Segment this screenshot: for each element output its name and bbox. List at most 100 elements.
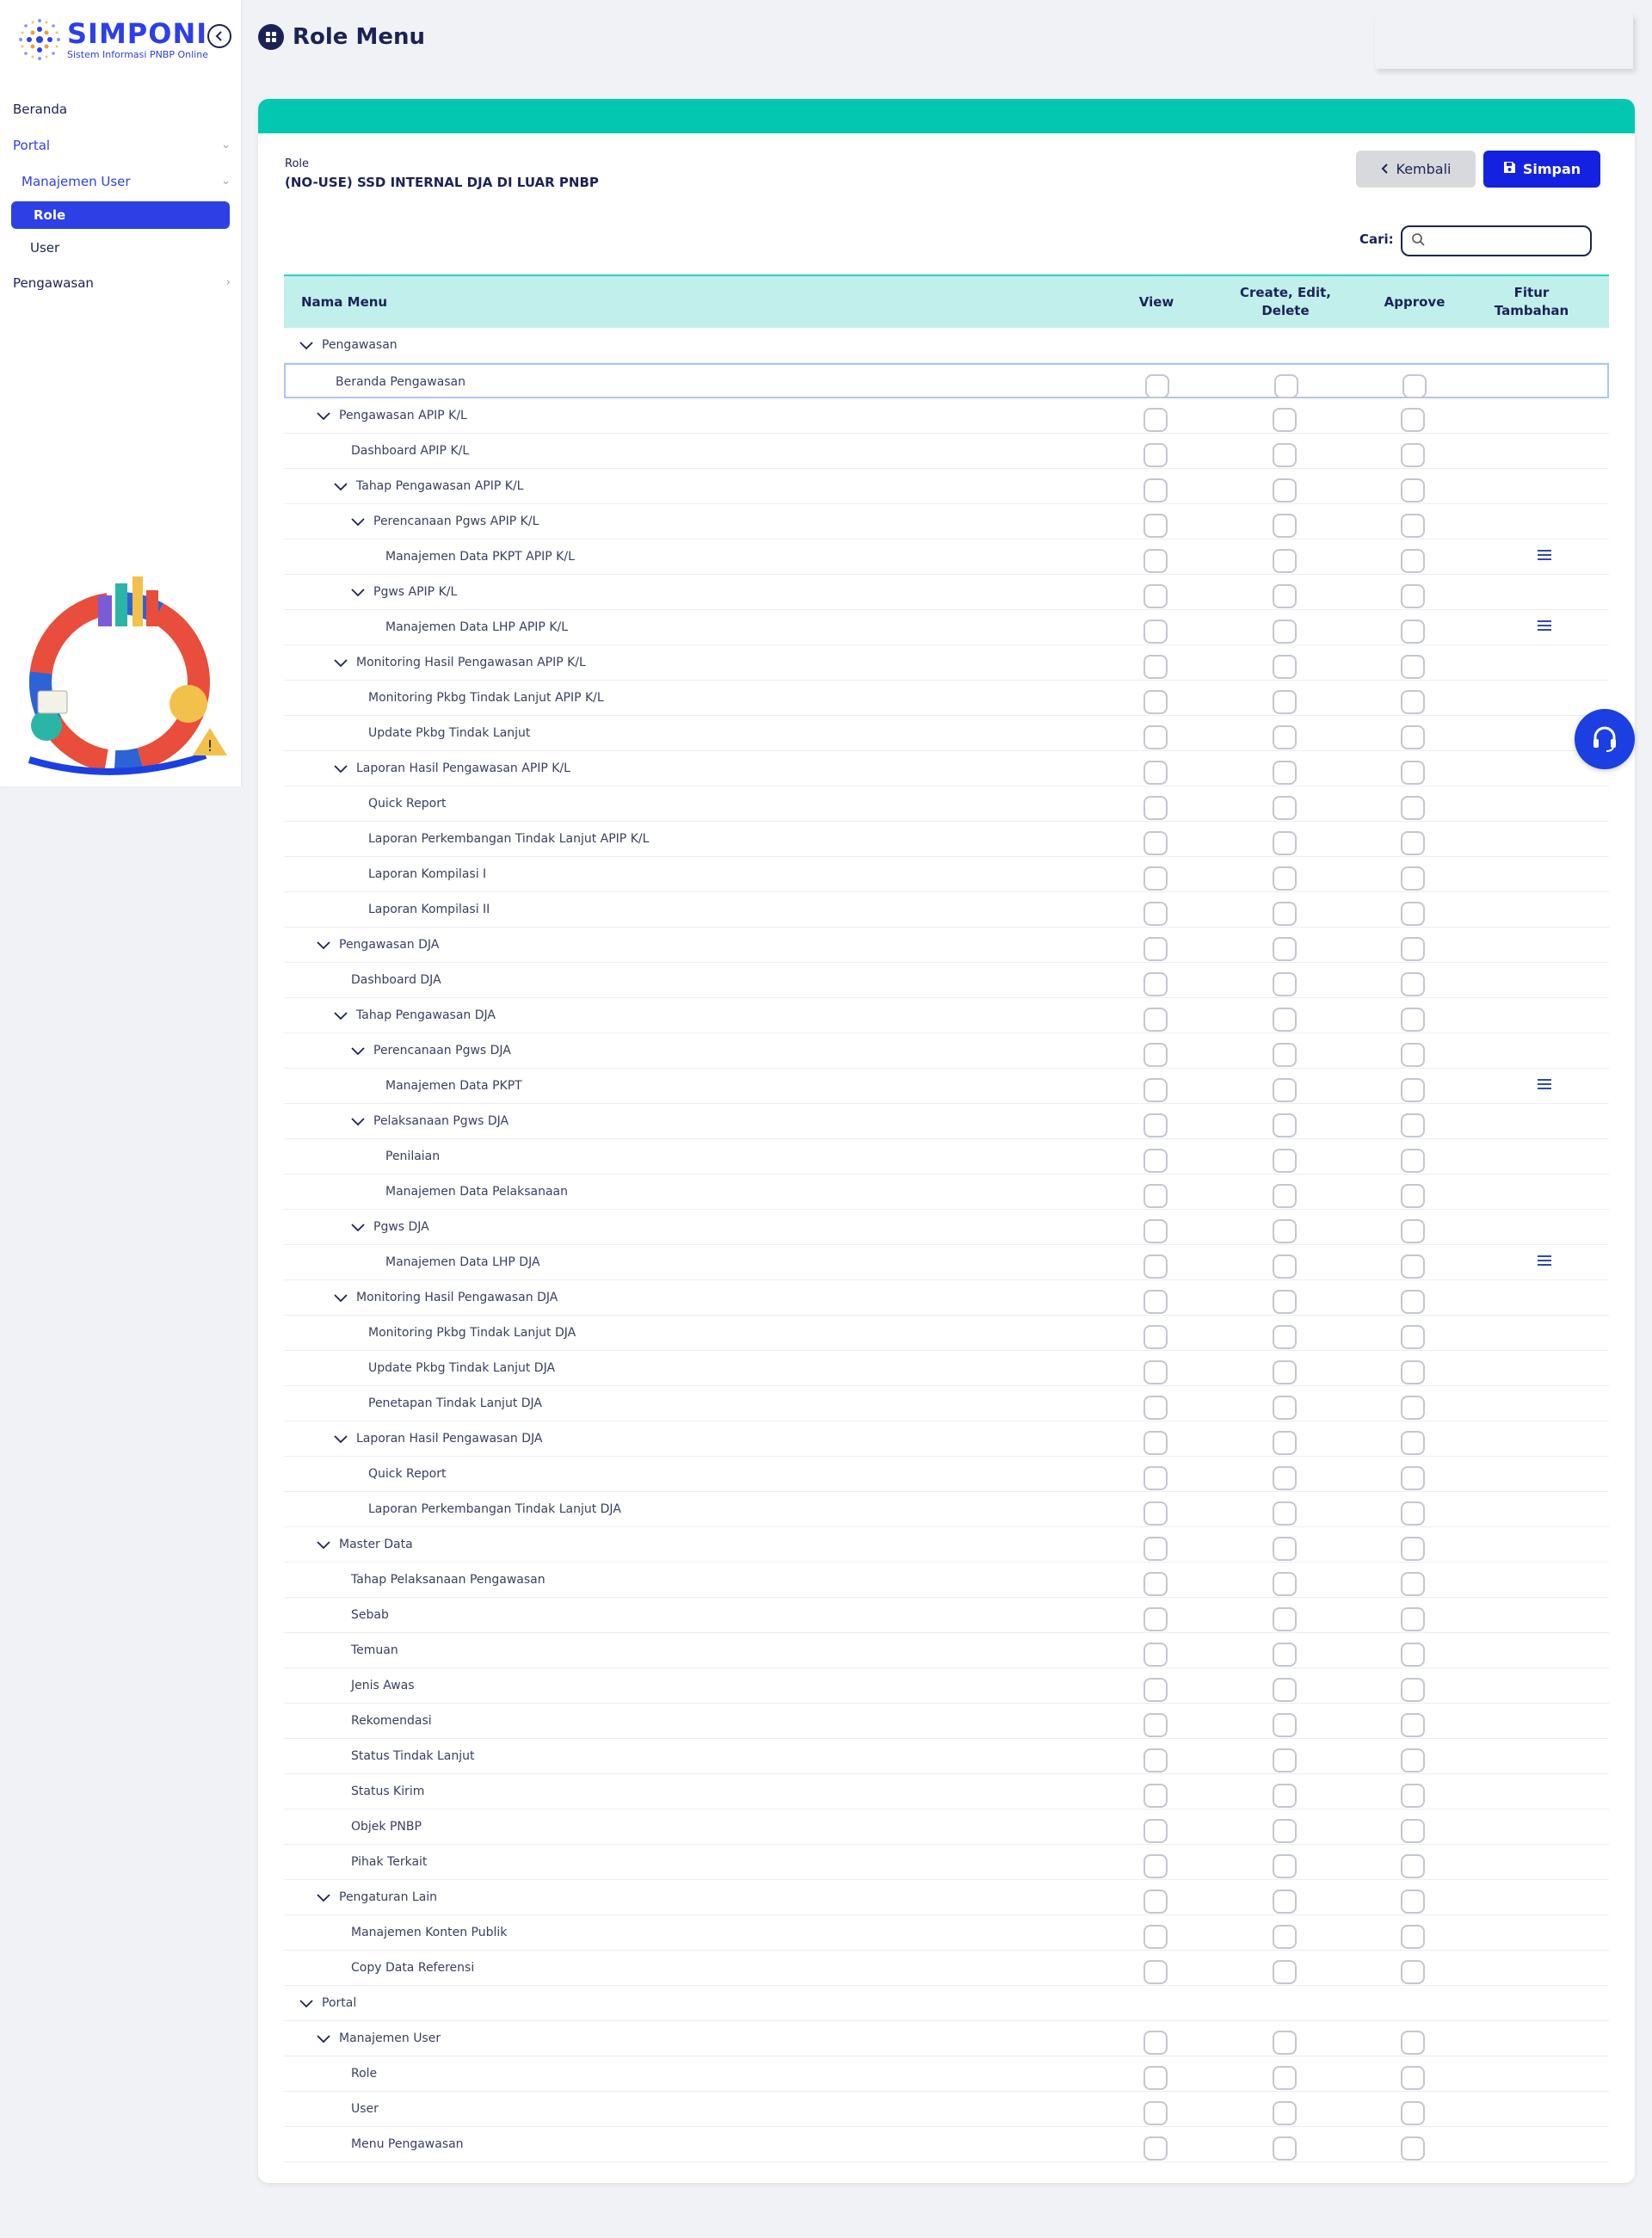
view-checkbox[interactable]	[1143, 1078, 1168, 1102]
approve-checkbox[interactable]	[1401, 902, 1425, 926]
ced-checkbox[interactable]	[1273, 1078, 1297, 1102]
approve-checkbox[interactable]	[1401, 866, 1425, 891]
view-checkbox[interactable]	[1143, 796, 1168, 820]
ced-checkbox[interactable]	[1273, 2136, 1297, 2161]
view-checkbox[interactable]	[1143, 584, 1168, 608]
sidebar-item-user[interactable]: User	[0, 231, 241, 265]
ced-checkbox[interactable]	[1273, 1043, 1297, 1067]
ced-checkbox[interactable]	[1273, 1184, 1297, 1208]
chevron-down-icon[interactable]	[317, 939, 330, 953]
search-field[interactable]	[1401, 225, 1592, 256]
view-checkbox[interactable]	[1143, 1537, 1168, 1561]
approve-checkbox[interactable]	[1402, 374, 1427, 398]
approve-checkbox[interactable]	[1401, 1784, 1425, 1808]
ced-checkbox[interactable]	[1273, 1537, 1297, 1561]
view-checkbox[interactable]	[1143, 1043, 1168, 1067]
view-checkbox[interactable]	[1143, 831, 1168, 855]
view-checkbox[interactable]	[1143, 1008, 1168, 1032]
approve-checkbox[interactable]	[1401, 2031, 1425, 2055]
view-checkbox[interactable]	[1143, 1854, 1168, 1878]
approve-checkbox[interactable]	[1401, 761, 1425, 785]
ced-checkbox[interactable]	[1273, 2031, 1297, 2055]
chevron-down-icon[interactable]	[334, 1292, 348, 1305]
view-checkbox[interactable]	[1143, 1925, 1168, 1949]
ced-checkbox[interactable]	[1273, 1255, 1297, 1279]
approve-checkbox[interactable]	[1401, 2136, 1425, 2161]
chevron-down-icon[interactable]	[334, 1009, 348, 1023]
ced-checkbox[interactable]	[1273, 2066, 1297, 2090]
view-checkbox[interactable]	[1143, 1466, 1168, 1490]
view-checkbox[interactable]	[1143, 725, 1168, 749]
view-checkbox[interactable]	[1143, 1572, 1168, 1596]
chevron-down-icon[interactable]	[351, 1221, 365, 1235]
ced-checkbox[interactable]	[1273, 796, 1297, 820]
approve-checkbox[interactable]	[1401, 1890, 1425, 1914]
approve-checkbox[interactable]	[1401, 1678, 1425, 1702]
approve-checkbox[interactable]	[1401, 1078, 1425, 1102]
app-logo[interactable]: SIMPONI Sistem Informasi PNBP Online	[15, 15, 208, 64]
view-checkbox[interactable]	[1143, 1643, 1168, 1667]
approve-checkbox[interactable]	[1401, 478, 1425, 502]
view-checkbox[interactable]	[1143, 1960, 1168, 1984]
ced-checkbox[interactable]	[1273, 1466, 1297, 1490]
view-checkbox[interactable]	[1143, 1290, 1168, 1314]
ced-checkbox[interactable]	[1273, 725, 1297, 749]
back-button[interactable]: Kembali	[1356, 151, 1476, 188]
approve-checkbox[interactable]	[1401, 1466, 1425, 1490]
ced-checkbox[interactable]	[1273, 1396, 1297, 1420]
view-checkbox[interactable]	[1143, 1607, 1168, 1631]
ced-checkbox[interactable]	[1273, 620, 1297, 644]
view-checkbox[interactable]	[1143, 690, 1168, 714]
chevron-down-icon[interactable]	[334, 762, 348, 776]
sidebar-item-role[interactable]: Role	[11, 201, 230, 229]
ced-checkbox[interactable]	[1273, 1819, 1297, 1843]
view-checkbox[interactable]	[1143, 1501, 1168, 1526]
ced-checkbox[interactable]	[1273, 1290, 1297, 1314]
ced-checkbox[interactable]	[1273, 1890, 1297, 1914]
search-input[interactable]	[1432, 234, 1587, 248]
ced-checkbox[interactable]	[1273, 690, 1297, 714]
approve-checkbox[interactable]	[1401, 514, 1425, 538]
ced-checkbox[interactable]	[1273, 1643, 1297, 1667]
approve-checkbox[interactable]	[1401, 408, 1425, 432]
view-checkbox[interactable]	[1143, 937, 1168, 961]
approve-checkbox[interactable]	[1401, 831, 1425, 855]
approve-checkbox[interactable]	[1401, 937, 1425, 961]
ced-checkbox[interactable]	[1273, 902, 1297, 926]
ced-checkbox[interactable]	[1273, 1219, 1297, 1243]
ced-checkbox[interactable]	[1273, 1360, 1297, 1384]
ced-checkbox[interactable]	[1273, 443, 1297, 467]
ced-checkbox[interactable]	[1273, 1501, 1297, 1526]
view-checkbox[interactable]	[1143, 2031, 1168, 2055]
view-checkbox[interactable]	[1143, 1890, 1168, 1914]
approve-checkbox[interactable]	[1401, 1854, 1425, 1878]
sidebar-item-portal[interactable]: Portal ⌄	[0, 127, 241, 163]
approve-checkbox[interactable]	[1401, 1325, 1425, 1349]
view-checkbox[interactable]	[1143, 1149, 1168, 1173]
chevron-down-icon[interactable]	[299, 339, 313, 353]
chevron-down-icon[interactable]	[351, 586, 365, 600]
view-checkbox[interactable]	[1143, 620, 1168, 644]
ced-checkbox[interactable]	[1273, 972, 1297, 996]
menu-lines-icon[interactable]	[1538, 1079, 1551, 1093]
ced-checkbox[interactable]	[1273, 937, 1297, 961]
view-checkbox[interactable]	[1143, 478, 1168, 502]
view-checkbox[interactable]	[1143, 866, 1168, 891]
ced-checkbox[interactable]	[1273, 478, 1297, 502]
ced-checkbox[interactable]	[1273, 1607, 1297, 1631]
ced-checkbox[interactable]	[1273, 655, 1297, 679]
ced-checkbox[interactable]	[1273, 866, 1297, 891]
approve-checkbox[interactable]	[1401, 690, 1425, 714]
ced-checkbox[interactable]	[1273, 1713, 1297, 1737]
ced-checkbox[interactable]	[1273, 831, 1297, 855]
sidebar-item-manajemen-user[interactable]: Manajemen User ⌄	[0, 163, 241, 200]
approve-checkbox[interactable]	[1401, 1925, 1425, 1949]
collapse-icon[interactable]	[207, 24, 231, 48]
ced-checkbox[interactable]	[1273, 1748, 1297, 1773]
ced-checkbox[interactable]	[1273, 1960, 1297, 1984]
approve-checkbox[interactable]	[1401, 584, 1425, 608]
header-user-panel[interactable]	[1375, 14, 1633, 69]
approve-checkbox[interactable]	[1401, 1360, 1425, 1384]
ced-checkbox[interactable]	[1273, 1149, 1297, 1173]
ced-checkbox[interactable]	[1273, 1325, 1297, 1349]
